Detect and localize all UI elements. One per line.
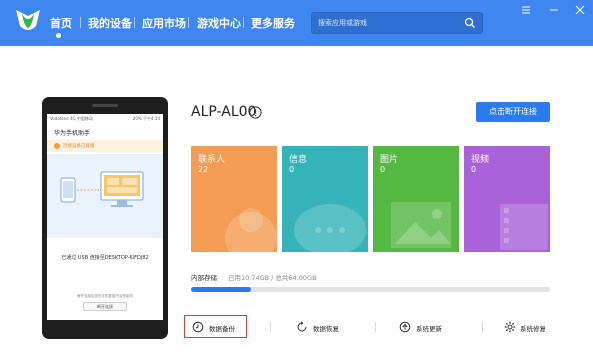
system-repair-button[interactable]: 系统修复 — [504, 318, 552, 338]
tile-pictures[interactable]: 图片 0 — [373, 146, 459, 252]
close-icon[interactable] — [574, 4, 586, 16]
search-box[interactable] — [311, 12, 483, 34]
nav-app-market[interactable]: 应用市场 — [142, 15, 186, 31]
nav-separator — [188, 17, 189, 28]
phone-preview: Vodafone 4G 中国移动 20% 下午4:14 华为手机助手 连接设备已… — [42, 97, 168, 339]
action-separator — [270, 322, 271, 332]
refresh-icon — [297, 321, 307, 332]
phone-connection-illustration — [47, 154, 163, 238]
backup-label: 数据备份 — [209, 325, 235, 333]
nav-home[interactable]: 首页 — [50, 15, 72, 31]
nav-my-devices[interactable]: 我的设备 — [88, 15, 132, 31]
nav-separator — [80, 17, 81, 28]
notice-icon — [54, 143, 60, 149]
tile-videos[interactable]: 视频 0 — [464, 146, 550, 252]
app-logo-icon — [16, 10, 40, 30]
phone-app-title: 华为手机助手 — [54, 130, 91, 137]
app-window: 首页 我的设备 应用市场 游戏中心 更多服务 搜索应用或游戏 Vodafone … — [0, 0, 593, 359]
upload-icon — [399, 321, 411, 333]
tile-label: 图片 — [380, 155, 399, 165]
phone-disconnect-button[interactable]: 断开连接 — [83, 302, 127, 311]
top-bar: 首页 我的设备 应用市场 游戏中心 更多服务 — [0, 0, 593, 46]
gear-icon — [504, 321, 516, 333]
storage-label: 内部存储 — [191, 274, 217, 282]
phone-disconnect-label: 断开连接 — [97, 304, 113, 309]
menu-icon[interactable] — [520, 4, 532, 16]
system-update-button[interactable]: 系统更新 — [399, 318, 459, 338]
search-icon[interactable] — [464, 17, 476, 29]
minimize-icon[interactable] — [548, 4, 560, 16]
info-icon[interactable] — [249, 106, 262, 119]
action-separator — [375, 322, 376, 332]
tile-count: 22 — [198, 165, 209, 174]
phone-footer-text: 断开连接后您的手机数据不会受影响 — [77, 294, 133, 298]
system-repair-label: 系统修复 — [520, 325, 546, 333]
tile-label: 联系人 — [198, 155, 226, 165]
nav-separator — [243, 17, 244, 28]
nav-game-center[interactable]: 游戏中心 — [197, 15, 241, 31]
phone-notice-text: 连接设备已就绪 — [63, 144, 95, 149]
nav-separator — [134, 17, 135, 28]
tile-contacts[interactable]: 联系人 22 — [191, 146, 277, 252]
restore-button[interactable]: 数据恢复 — [296, 318, 356, 338]
tile-label: 视频 — [471, 155, 490, 165]
action-separator — [482, 322, 483, 332]
phone-status-left: Vodafone 4G 中国移动 — [50, 116, 93, 121]
device-name: ALP-AL00 — [191, 104, 257, 120]
tile-count: 0 — [289, 165, 295, 174]
tile-count: 0 — [471, 165, 477, 174]
backup-button[interactable]: 数据备份 — [192, 318, 246, 338]
restore-label: 数据恢复 — [313, 325, 339, 333]
tile-count: 0 — [380, 165, 386, 174]
storage-progress-bar — [191, 287, 550, 292]
tile-messages[interactable]: 信息 0 — [282, 146, 368, 252]
phone-notice: 连接设备已就绪 — [47, 140, 163, 152]
search-input[interactable] — [318, 15, 458, 31]
active-nav-indicator — [56, 33, 61, 38]
clock-icon — [192, 321, 204, 333]
nav-more-services[interactable]: 更多服务 — [251, 15, 295, 31]
tile-label: 信息 — [289, 155, 308, 165]
phone-screen: Vodafone 4G 中国移动 20% 下午4:14 华为手机助手 连接设备已… — [47, 114, 163, 320]
phone-status-right: 20% 下午4:14 — [132, 116, 160, 121]
phone-earpiece — [92, 104, 118, 107]
usb-connection-icon — [60, 171, 144, 207]
disconnect-button[interactable]: 点击断开连接 — [476, 102, 550, 122]
storage-progress-fill — [191, 287, 252, 292]
phone-usb-status: 已通过 USB 连接至DESKTOP-6IFDJ82 — [61, 255, 149, 261]
system-update-label: 系统更新 — [416, 325, 442, 333]
storage-usage-text: 已用10.74GB / 总共64.00GB — [228, 274, 317, 282]
